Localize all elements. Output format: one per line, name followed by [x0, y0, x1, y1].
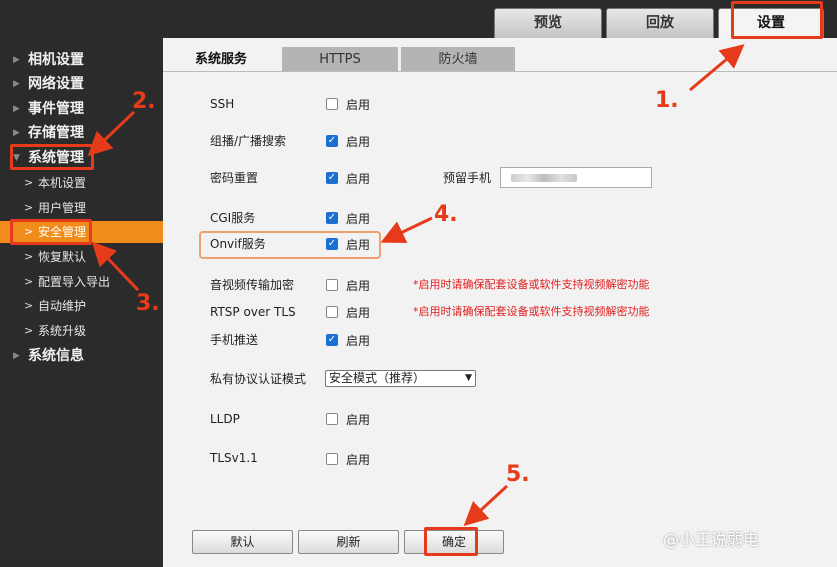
tab-firewall[interactable]: 防火墙 — [401, 47, 515, 72]
sidebar-item-storage-management[interactable]: ▶ 存储管理 — [0, 122, 163, 144]
sidebar-subitem-label: 系统升级 — [38, 324, 87, 338]
av-encryption-checkbox[interactable] — [326, 279, 338, 291]
sidebar-subitem-label: 自动维护 — [38, 299, 87, 313]
annotation-box-onvif — [199, 231, 381, 259]
collapsed-triangle-icon: ▶ — [13, 55, 20, 65]
sidebar-subitem-label: 本机设置 — [38, 176, 87, 190]
collapsed-triangle-icon: ▶ — [13, 128, 20, 138]
collapsed-triangle-icon: ▶ — [13, 79, 20, 89]
tab-https[interactable]: HTTPS — [282, 47, 398, 72]
sidebar-item-label: 存储管理 — [28, 125, 84, 141]
sidebar-item-label: 网络设置 — [28, 76, 84, 92]
collapsed-triangle-icon: ▶ — [13, 351, 20, 361]
tab-system-services[interactable]: 系统服务 — [163, 47, 279, 72]
annotation-number-5: 5. — [506, 462, 530, 487]
chevron-right-icon: > — [24, 299, 34, 312]
lldp-enable-label: 启用 — [346, 413, 371, 427]
blurred-value — [511, 174, 577, 182]
rtsp-tls-checkbox[interactable] — [326, 306, 338, 318]
mobile-push-checkbox[interactable]: ✓ — [326, 334, 338, 346]
sidebar-subitem-user-management[interactable]: > 用户管理 — [0, 197, 163, 219]
av-encryption-warning: *启用时请确保配套设备或软件支持视频解密功能 — [413, 278, 650, 291]
watermark: @小王说弱电 — [663, 530, 760, 549]
rtsp-tls-warning: *启用时请确保配套设备或软件支持视频解密功能 — [413, 305, 650, 318]
cgi-service-enable-label: 启用 — [346, 212, 371, 226]
password-reset-checkbox[interactable]: ✓ — [326, 172, 338, 184]
tab-preview[interactable]: 预览 — [494, 8, 602, 38]
sidebar-item-label: 系统信息 — [28, 348, 84, 364]
ssh-checkbox[interactable] — [326, 98, 338, 110]
sidebar-subitem-label: 恢复默认 — [38, 250, 87, 264]
multicast-search-label: 组播/广播搜索 — [210, 134, 287, 148]
ssh-enable-label: 启用 — [346, 98, 371, 112]
chevron-right-icon: > — [24, 201, 34, 214]
private-protocol-value: 安全模式（推荐） — [329, 371, 426, 385]
lldp-label: LLDP — [210, 412, 240, 426]
chevron-right-icon: > — [24, 176, 34, 189]
sidebar-subitem-system-upgrade[interactable]: > 系统升级 — [0, 320, 163, 342]
av-encryption-enable-label: 启用 — [346, 279, 371, 293]
tlsv11-label: TLSv1.1 — [210, 451, 258, 465]
content-panel: 系统服务 HTTPS 防火墙 SSH 启用 组播/广播搜索 ✓ 启用 密码重置 … — [163, 38, 837, 567]
refresh-button[interactable]: 刷新 — [298, 530, 399, 554]
chevron-right-icon: > — [24, 275, 34, 288]
sidebar-subitem-config-import-export[interactable]: > 配置导入导出 — [0, 271, 163, 293]
reserved-phone-label: 预留手机 — [443, 171, 492, 185]
cgi-service-label: CGI服务 — [210, 211, 256, 225]
av-encryption-label: 音视频传输加密 — [210, 278, 295, 292]
sidebar-item-label: 事件管理 — [28, 101, 84, 117]
mobile-push-enable-label: 启用 — [346, 334, 371, 348]
private-protocol-label: 私有协议认证模式 — [210, 372, 307, 386]
ssh-label: SSH — [210, 97, 235, 111]
annotation-number-4: 4. — [434, 202, 458, 227]
annotation-box-system-management — [10, 144, 94, 170]
tab-divider — [163, 71, 837, 72]
tlsv11-enable-label: 启用 — [346, 453, 371, 467]
top-bar: 预览 回放 设置 — [0, 0, 837, 38]
annotation-box-security-management — [10, 219, 92, 245]
reserved-phone-input[interactable] — [500, 167, 652, 188]
annotation-box-confirm — [424, 527, 478, 556]
password-reset-label: 密码重置 — [210, 171, 259, 185]
sidebar-subitem-label: 配置导入导出 — [38, 275, 111, 289]
annotation-number-1: 1. — [655, 88, 679, 113]
rtsp-tls-enable-label: 启用 — [346, 306, 371, 320]
sidebar-item-label: 相机设置 — [28, 52, 84, 68]
default-button[interactable]: 默认 — [192, 530, 293, 554]
sidebar-item-camera-settings[interactable]: ▶ 相机设置 — [0, 49, 163, 71]
multicast-search-enable-label: 启用 — [346, 135, 371, 149]
lldp-checkbox[interactable] — [326, 413, 338, 425]
password-reset-enable-label: 启用 — [346, 172, 371, 186]
mobile-push-label: 手机推送 — [210, 333, 259, 347]
collapsed-triangle-icon: ▶ — [13, 104, 20, 114]
annotation-number-2: 2. — [132, 89, 156, 114]
tab-playback[interactable]: 回放 — [606, 8, 714, 38]
sidebar-subitem-local-settings[interactable]: > 本机设置 — [0, 172, 163, 194]
annotation-box-settings — [731, 1, 823, 39]
annotation-number-3: 3. — [136, 291, 160, 316]
sidebar-item-system-info[interactable]: ▶ 系统信息 — [0, 345, 163, 367]
chevron-down-icon: ▼ — [465, 373, 472, 383]
multicast-search-checkbox[interactable]: ✓ — [326, 135, 338, 147]
cgi-service-checkbox[interactable]: ✓ — [326, 212, 338, 224]
private-protocol-select[interactable]: 安全模式（推荐） ▼ — [325, 370, 476, 387]
rtsp-tls-label: RTSP over TLS — [210, 305, 296, 319]
sidebar-subitem-label: 用户管理 — [38, 201, 87, 215]
sidebar-subitem-restore-default[interactable]: > 恢复默认 — [0, 246, 163, 268]
chevron-right-icon: > — [24, 324, 34, 337]
chevron-right-icon: > — [24, 250, 34, 263]
tlsv11-checkbox[interactable] — [326, 453, 338, 465]
